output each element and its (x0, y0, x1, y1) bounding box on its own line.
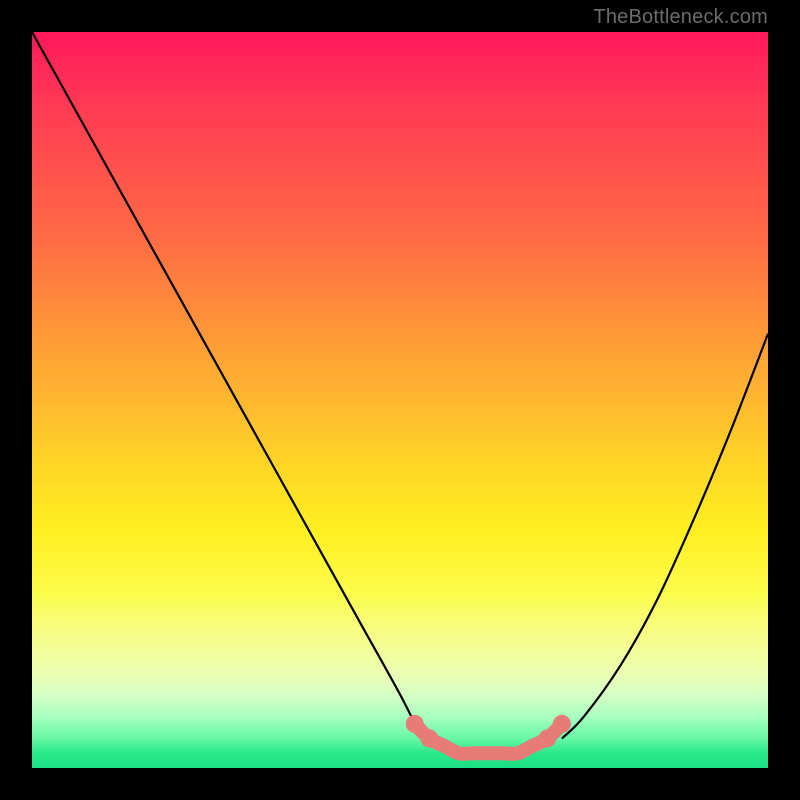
marker-band-dots (406, 715, 571, 754)
right-curve-path (562, 334, 768, 739)
left-curve-path (32, 32, 422, 739)
watermark-text: TheBottleneck.com (593, 6, 768, 29)
plot-area (32, 32, 768, 768)
chart-frame: TheBottleneck.com (0, 0, 800, 800)
chart-svg (32, 32, 768, 768)
